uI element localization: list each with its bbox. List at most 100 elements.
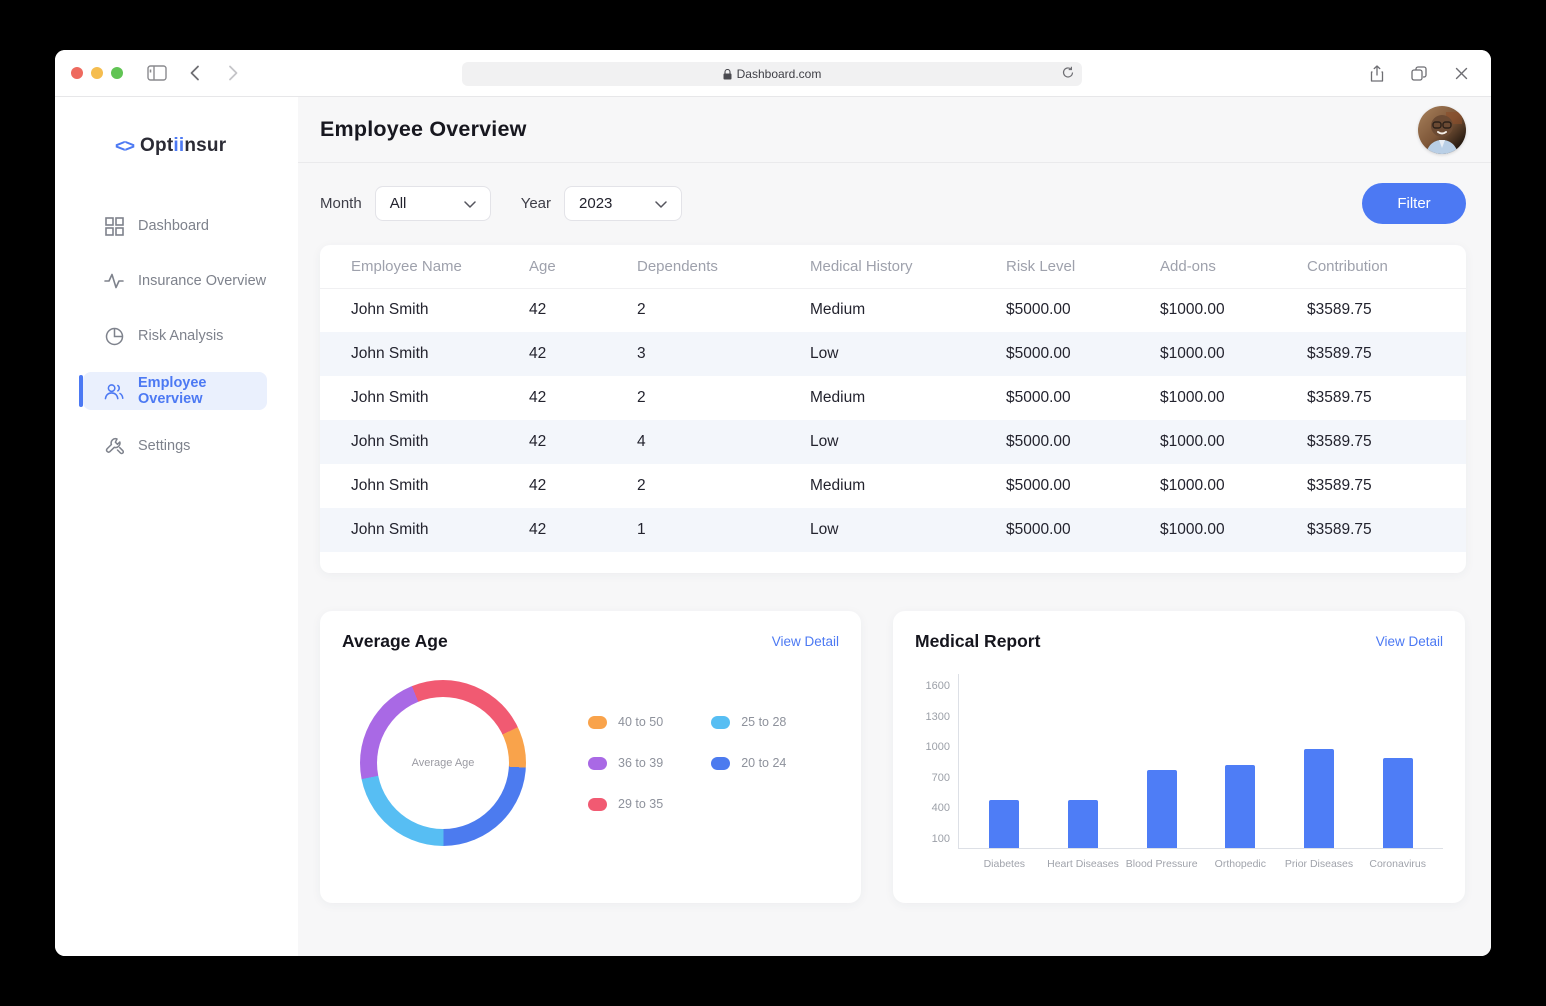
bar-diabetes[interactable] [989,800,1019,848]
table-cell: 3 [637,332,810,376]
sidebar-item-insurance-overview[interactable]: Insurance Overview [83,262,267,300]
wrench-icon [104,436,124,456]
filter-button[interactable]: Filter [1362,183,1466,224]
table-cell: 42 [529,332,637,376]
sidebar-item-label: Insurance Overview [138,273,266,289]
main-area: Employee Overview [298,97,1491,956]
bar-chart-plot: DiabetesHeart DiseasesBlood PressureOrth… [958,674,1443,849]
medical-report-view-detail-link[interactable]: View Detail [1376,634,1443,649]
sidebar-item-dashboard[interactable]: Dashboard [83,207,267,245]
minimize-traffic-light[interactable] [91,67,103,79]
legend-label: 36 to 39 [618,756,663,770]
donut-hole: Average Age [377,697,509,829]
average-age-view-detail-link[interactable]: View Detail [772,634,839,649]
year-value: 2023 [579,195,612,212]
table-cell: $3589.75 [1307,376,1466,420]
sidebar-item-label: Employee Overview [138,375,267,407]
employee-table-card: Employee NameAgeDependentsMedical Histor… [320,245,1466,573]
column-header: Add-ons [1160,245,1307,288]
sidebar-item-risk-analysis[interactable]: Risk Analysis [83,317,267,355]
page-title: Employee Overview [320,117,527,142]
y-axis-tick-label: 1300 [926,711,950,723]
bar-slot: Diabetes [965,674,1044,848]
table-cell: 42 [529,508,637,552]
table-cell: $5000.00 [1006,464,1160,508]
legend-dot-icon [588,798,607,811]
bar-heart-diseases[interactable] [1068,800,1098,848]
table-row[interactable]: John Smith424Low$5000.00$1000.00$3589.75 [320,420,1466,464]
close-icon[interactable] [1449,61,1473,85]
table-cell: $5000.00 [1006,508,1160,552]
reload-icon[interactable] [1062,66,1074,82]
table-cell: 2 [637,376,810,420]
table-cell: $3589.75 [1307,288,1466,332]
average-age-donut-chart: Average Age [360,680,526,846]
sidebar-item-employee-overview[interactable]: Employee Overview [83,372,267,410]
sidebar-item-settings[interactable]: Settings [83,427,267,465]
zoom-traffic-light[interactable] [111,67,123,79]
table-row[interactable]: John Smith421Low$5000.00$1000.00$3589.75 [320,508,1466,552]
column-header: Contribution [1307,245,1466,288]
table-row[interactable]: John Smith422Medium$5000.00$1000.00$3589… [320,288,1466,332]
column-header: Dependents [637,245,810,288]
table-cell: Medium [810,464,1006,508]
legend-item: 40 to 50 [588,715,663,729]
address-url: Dashboard.com [737,67,822,81]
column-header: Age [529,245,637,288]
bar-orthopedic[interactable] [1225,765,1255,848]
table-cell: John Smith [320,332,529,376]
table-cell: John Smith [320,288,529,332]
table-row[interactable]: John Smith423Low$5000.00$1000.00$3589.75 [320,332,1466,376]
address-bar[interactable]: Dashboard.com [462,62,1082,86]
bar-blood-pressure[interactable] [1147,770,1177,848]
user-avatar[interactable] [1418,106,1466,154]
forward-icon[interactable] [221,61,245,85]
bar-coronavirus[interactable] [1383,758,1413,848]
table-cell: John Smith [320,420,529,464]
year-select[interactable]: 2023 [564,186,682,221]
legend-dot-icon [711,757,730,770]
average-age-legend: 40 to 5036 to 3929 to 3525 to 2820 to 24 [588,715,786,811]
month-select[interactable]: All [375,186,491,221]
tabs-icon[interactable] [1407,61,1431,85]
back-icon[interactable] [183,61,207,85]
bar-slot: Coronavirus [1358,674,1437,848]
legend-dot-icon [588,716,607,729]
table-cell: $3589.75 [1307,332,1466,376]
table-cell: $1000.00 [1160,420,1307,464]
table-row[interactable]: John Smith422Medium$5000.00$1000.00$3589… [320,376,1466,420]
table-cell: Medium [810,288,1006,332]
y-axis-tick-label: 400 [932,802,950,814]
table-cell: 42 [529,288,637,332]
table-cell: 42 [529,464,637,508]
logo-text: Optiinsur [140,135,226,157]
y-axis-tick-label: 1600 [926,680,950,692]
table-cell: 1 [637,508,810,552]
column-header: Risk Level [1006,245,1160,288]
browser-window: Dashboard.com <> Optiinsur DashboardInsu… [55,50,1491,956]
bar-chart-y-axis: 100400700100013001600 [915,674,958,849]
table-body: John Smith422Medium$5000.00$1000.00$3589… [320,288,1466,552]
y-axis-tick-label: 1000 [926,741,950,753]
close-traffic-light[interactable] [71,67,83,79]
table-cell: John Smith [320,508,529,552]
average-age-card: Average Age View Detail Average Age 40 t… [320,611,861,903]
table-cell: $5000.00 [1006,376,1160,420]
table-cell: $1000.00 [1160,508,1307,552]
table-row[interactable]: John Smith422Medium$5000.00$1000.00$3589… [320,464,1466,508]
legend-dot-icon [588,757,607,770]
sidebar-toggle-icon[interactable] [145,61,169,85]
share-icon[interactable] [1365,61,1389,85]
table-cell: $1000.00 [1160,332,1307,376]
table-cell: $1000.00 [1160,376,1307,420]
table-cell: 2 [637,288,810,332]
lock-icon [723,69,732,80]
table-header-row: Employee NameAgeDependentsMedical Histor… [320,245,1466,288]
medical-report-bar-chart: 100400700100013001600 DiabetesHeart Dise… [915,674,1443,849]
table-cell: 42 [529,376,637,420]
x-axis-category-label: Prior Diseases [1285,858,1353,870]
page-header: Employee Overview [298,97,1491,163]
table-cell: $5000.00 [1006,332,1160,376]
bar-slot: Heart Diseases [1044,674,1123,848]
bar-prior-diseases[interactable] [1304,749,1334,848]
